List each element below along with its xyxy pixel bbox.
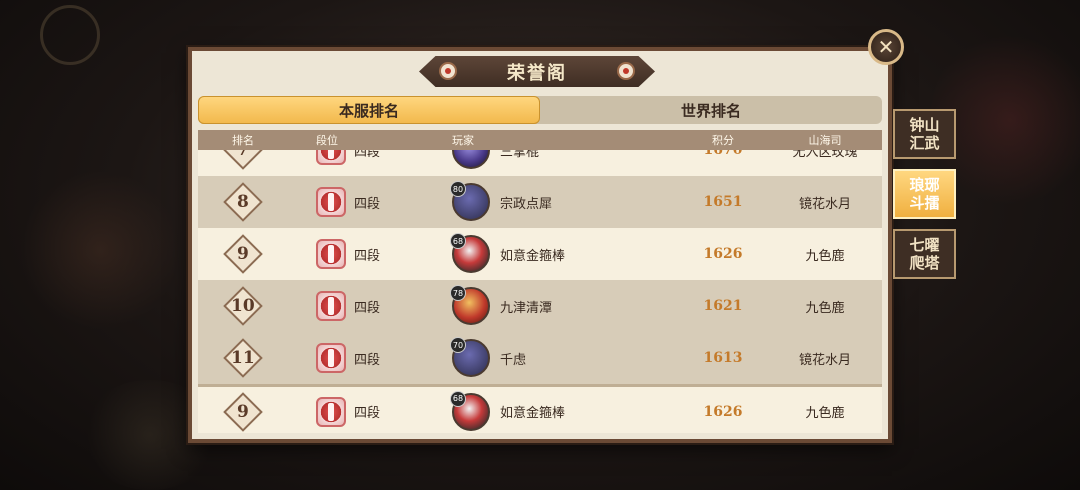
player-avatar[interactable]: 68 bbox=[450, 233, 490, 273]
player-name: 三拿棍 bbox=[500, 150, 540, 160]
player-team: 九色鹿 bbox=[805, 300, 845, 316]
rank-badge: 10 bbox=[223, 286, 263, 326]
rank-badge: 9 bbox=[223, 391, 263, 432]
player-avatar[interactable]: 68 bbox=[450, 390, 490, 431]
title-bar: 荣誉阁 bbox=[419, 56, 655, 87]
ranking-tabs: 本服排名 世界排名 bbox=[198, 96, 882, 124]
table-row[interactable]: 11 四段 70 千虑 1613 镜花水月 bbox=[198, 332, 882, 384]
player-score: 1621 bbox=[703, 298, 743, 314]
rank-badge: 9 bbox=[223, 234, 263, 274]
tier-label: 四段 bbox=[354, 196, 381, 212]
rank-badge: 11 bbox=[223, 338, 263, 378]
player-level: 80 bbox=[450, 181, 466, 197]
tier-label: 四段 bbox=[354, 248, 381, 264]
tab-world-ranking[interactable]: 世界排名 bbox=[540, 96, 882, 124]
player-team: 九色鹿 bbox=[805, 248, 845, 264]
tier-label: 四段 bbox=[354, 150, 381, 160]
tier-label: 四段 bbox=[354, 300, 381, 316]
tier-emblem-icon bbox=[316, 239, 346, 269]
panel-title: 荣誉阁 bbox=[507, 62, 567, 84]
player-team: 无入区玫瑰 bbox=[792, 150, 858, 160]
player-level: 70 bbox=[450, 337, 466, 353]
player-level: 68 bbox=[450, 390, 466, 407]
table-row[interactable]: 10 四段 78 九津清潭 1621 九色鹿 bbox=[198, 280, 882, 332]
player-score: 1626 bbox=[703, 403, 743, 420]
header-team: 山海司 bbox=[808, 134, 842, 147]
header-tier: 段位 bbox=[316, 134, 338, 147]
table-row[interactable]: 7 四段 三拿棍 1670 无入区玫瑰 bbox=[198, 150, 882, 176]
player-score: 1670 bbox=[703, 150, 743, 158]
honor-hall-panel: 荣誉阁 本服排名 世界排名 排名 段位 玩家 积分 山海司 7 四段 三拿棍 1… bbox=[188, 47, 892, 443]
player-name: 九津清潭 bbox=[500, 300, 553, 316]
tier-emblem-icon bbox=[316, 187, 346, 217]
close-button[interactable]: ✕ bbox=[868, 29, 904, 65]
tier-label: 四段 bbox=[354, 352, 381, 368]
rank-badge: 8 bbox=[223, 182, 263, 222]
side-tab-qiyao[interactable]: 七曜爬塔 bbox=[893, 229, 956, 279]
rank-badge: 7 bbox=[223, 150, 263, 170]
header-score: 积分 bbox=[712, 134, 734, 147]
player-name: 如意金箍棒 bbox=[500, 248, 566, 264]
player-team: 九色鹿 bbox=[805, 406, 845, 421]
ranking-list[interactable]: 7 四段 三拿棍 1670 无入区玫瑰 8 四段 80 宗政点犀 1651 镜花水… bbox=[198, 150, 882, 433]
background-ring bbox=[40, 5, 100, 65]
player-team: 镜花水月 bbox=[798, 352, 851, 368]
table-row[interactable]: 8 四段 80 宗政点犀 1651 镜花水月 bbox=[198, 176, 882, 228]
tier-emblem-icon bbox=[316, 291, 346, 321]
player-team: 镜花水月 bbox=[798, 196, 851, 212]
player-avatar[interactable] bbox=[452, 150, 490, 169]
player-name: 千虑 bbox=[500, 352, 527, 368]
title-ornament-icon bbox=[439, 62, 457, 80]
close-icon: ✕ bbox=[877, 35, 895, 59]
tier-label: 四段 bbox=[354, 406, 381, 421]
title-ornament-icon bbox=[617, 62, 635, 80]
table-row[interactable]: 9 四段 68 如意金箍棒 1626 九色鹿 bbox=[198, 228, 882, 280]
tier-emblem-icon bbox=[316, 150, 346, 165]
tab-server-ranking[interactable]: 本服排名 bbox=[198, 96, 540, 124]
self-ranking-row[interactable]: 9 四段 68 如意金箍棒 1626 九色鹿 bbox=[198, 384, 882, 433]
player-score: 1651 bbox=[703, 194, 743, 210]
player-avatar[interactable]: 70 bbox=[450, 337, 490, 377]
tier-emblem-icon bbox=[316, 396, 346, 427]
player-score: 1626 bbox=[703, 246, 743, 262]
player-avatar[interactable]: 78 bbox=[450, 285, 490, 325]
header-player: 玩家 bbox=[452, 134, 474, 147]
player-name: 如意金箍棒 bbox=[500, 406, 566, 421]
player-level: 68 bbox=[450, 233, 466, 249]
side-tab-langya[interactable]: 琅琊斗擂 bbox=[893, 169, 956, 219]
player-level: 78 bbox=[450, 285, 466, 301]
side-tab-zhongshan[interactable]: 钟山汇武 bbox=[893, 109, 956, 159]
player-score: 1613 bbox=[703, 350, 743, 366]
header-rank: 排名 bbox=[232, 134, 254, 147]
player-name: 宗政点犀 bbox=[500, 196, 553, 212]
table-header: 排名 段位 玩家 积分 山海司 bbox=[198, 130, 882, 150]
background-glow bbox=[20, 170, 180, 330]
tier-emblem-icon bbox=[316, 343, 346, 373]
player-avatar[interactable]: 80 bbox=[450, 181, 490, 221]
